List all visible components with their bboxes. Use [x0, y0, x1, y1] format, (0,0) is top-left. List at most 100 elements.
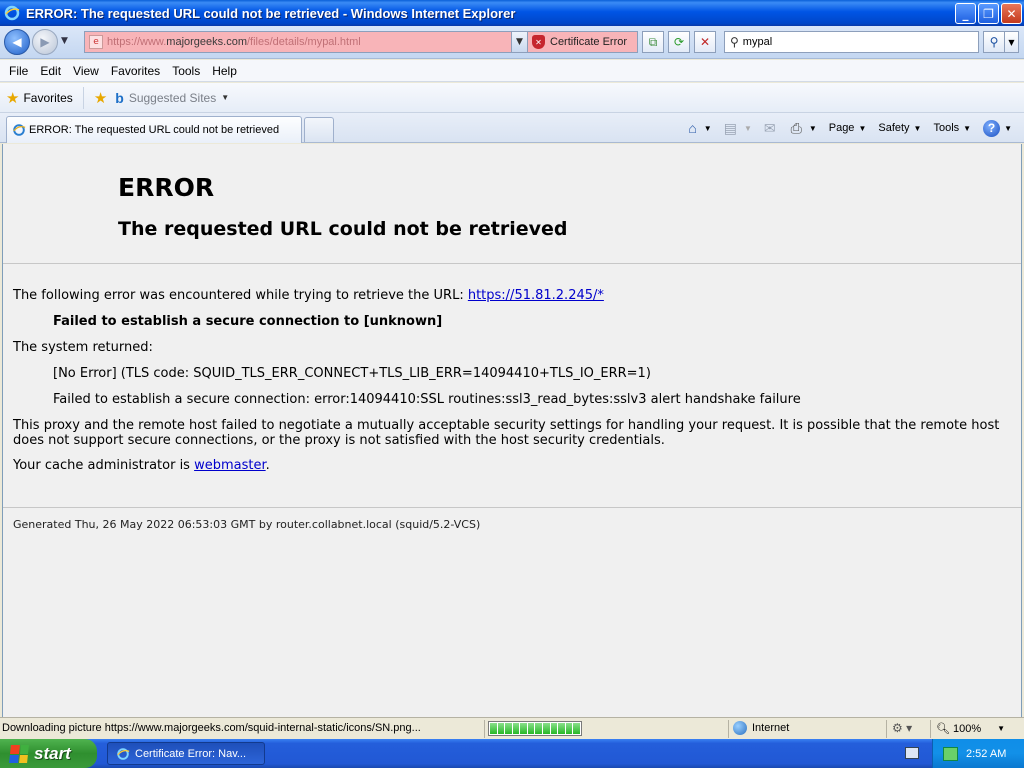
back-button[interactable]: ◀: [4, 29, 30, 55]
tools-menu-button[interactable]: Tools ▼: [929, 118, 975, 138]
progress-segment: [565, 723, 573, 734]
mail-icon: ✉: [763, 119, 776, 136]
chevron-down-icon: ▼: [1004, 123, 1012, 133]
progress-segment: [535, 723, 543, 734]
minimize-button[interactable]: _: [955, 3, 976, 24]
status-bar: Downloading picture https://www.majorgee…: [0, 717, 1024, 739]
favorites-button[interactable]: ★ Favorites: [6, 86, 84, 109]
forward-button[interactable]: ▶: [32, 29, 58, 55]
progress-segment: [505, 723, 512, 734]
help-button[interactable]: ? ▼: [979, 118, 1016, 138]
menu-view[interactable]: View: [67, 64, 105, 78]
download-progress-bar: [488, 721, 582, 736]
refresh-button[interactable]: ⟳: [668, 31, 690, 53]
clock[interactable]: 2:52 AM: [966, 748, 1006, 760]
compatibility-icon: ⧉: [648, 34, 658, 49]
favorites-star-icon: ★: [6, 89, 20, 107]
back-arrow-icon: ◀: [12, 35, 22, 49]
menu-file[interactable]: File: [3, 64, 34, 78]
taskbar: start Certificate Error: Nav... 2:52 AM: [0, 739, 1024, 768]
menu-favorites[interactable]: Favorites: [105, 64, 166, 78]
new-tab-button[interactable]: [304, 117, 334, 142]
error-subtitle: The requested URL could not be retrieved: [118, 218, 568, 240]
certificate-error-button[interactable]: ✕ Certificate Error: [528, 31, 638, 53]
status-divider: [886, 720, 887, 738]
address-dropdown-icon[interactable]: ▼: [511, 32, 527, 52]
progress-segment: [550, 723, 558, 734]
system-tray: 2:52 AM: [932, 739, 1024, 768]
progress-segment: [558, 723, 565, 734]
print-button[interactable]: ⎙ ▼: [787, 118, 821, 138]
search-box[interactable]: ⚲: [724, 31, 979, 53]
progress-segment: [527, 723, 535, 734]
rss-feed-icon: ▤: [723, 119, 737, 136]
stop-icon: ✕: [699, 35, 711, 49]
close-button[interactable]: ✕: [1001, 3, 1022, 24]
search-button[interactable]: ⚲: [983, 31, 1005, 53]
zoom-level-button[interactable]: 🔍︎ 100% ▼: [936, 722, 1005, 736]
page-menu-button[interactable]: Page ▼: [825, 118, 871, 138]
window-title: ERROR: The requested URL could not be re…: [26, 5, 516, 21]
safety-menu-button[interactable]: Safety ▼: [874, 118, 925, 138]
globe-icon: [733, 721, 747, 735]
system-returned-label: The system returned:: [13, 340, 153, 355]
security-zone[interactable]: Internet: [733, 721, 789, 735]
stop-button[interactable]: ✕: [694, 31, 716, 53]
status-divider: [930, 720, 931, 738]
network-icon[interactable]: [943, 746, 958, 761]
shield-error-icon: ✕: [532, 35, 545, 49]
refresh-icon: ⟳: [673, 35, 685, 49]
chevron-down-icon: ▼: [858, 123, 867, 133]
menu-bar: File Edit View Favorites Tools Help: [0, 60, 1024, 82]
address-url[interactable]: https://www.majorgeeks.com/files/details…: [107, 36, 361, 48]
read-mail-button[interactable]: ✉: [760, 118, 783, 138]
maximize-button[interactable]: ❐: [978, 3, 999, 24]
suggested-sites-button[interactable]: b Suggested Sites ▼: [115, 90, 229, 106]
chevron-down-icon: ▼: [913, 123, 922, 133]
error-url-line: The following error was encountered whil…: [13, 288, 604, 303]
menu-tools[interactable]: Tools: [166, 64, 206, 78]
chevron-down-icon: ▼: [703, 123, 712, 133]
ssl-error-line: Failed to establish a secure connection:…: [53, 392, 801, 407]
address-toolbar: ◀ ▶ ▼ e https://www.majorgeeks.com/files…: [0, 26, 1024, 59]
chevron-down-icon: ▼: [221, 93, 230, 102]
suggested-sites-label: Suggested Sites: [128, 90, 217, 105]
home-button[interactable]: ⌂ ▼: [684, 118, 715, 138]
progress-segment: [490, 723, 497, 734]
favorites-bar: ★ Favorites ★ b Suggested Sites ▼: [0, 83, 1024, 113]
error-title: ERROR: [118, 173, 215, 202]
command-bar: ⌂ ▼ ▤ ▼ ✉ ⎙ ▼ Page ▼ Safety ▼ Tools ▼ ? ▼: [684, 118, 1016, 138]
progress-segment: [520, 723, 527, 734]
page-icon: e: [89, 35, 103, 49]
status-divider: [728, 720, 729, 738]
protected-mode-icon[interactable]: ⚙ ▾: [892, 721, 912, 735]
error-header: ERROR The requested URL could not be ret…: [3, 144, 1021, 264]
menu-edit[interactable]: Edit: [34, 64, 67, 78]
progress-segment: [573, 723, 580, 734]
forward-arrow-icon: ▶: [40, 35, 50, 49]
start-button[interactable]: start: [0, 739, 97, 768]
keyboard-icon[interactable]: [905, 747, 919, 759]
error-url-link[interactable]: https://51.81.2.245/*: [468, 288, 604, 303]
zoom-icon: 🔍︎: [936, 723, 950, 735]
help-icon: ?: [983, 119, 1001, 137]
recent-pages-dropdown-icon[interactable]: ▼: [61, 36, 68, 46]
taskbar-item-ie[interactable]: Certificate Error: Nav...: [107, 742, 265, 765]
menu-help[interactable]: Help: [206, 64, 243, 78]
windows-flag-icon: [9, 744, 29, 763]
add-to-favorites-bar-icon[interactable]: ★: [94, 89, 107, 107]
bing-icon: b: [115, 89, 124, 106]
progress-segment: [512, 723, 520, 734]
proxy-explanation: This proxy and the remote host failed to…: [13, 418, 1000, 448]
feeds-button[interactable]: ▤ ▼: [720, 118, 756, 138]
webmaster-link[interactable]: webmaster: [194, 458, 266, 473]
search-provider-icon: ⚲: [730, 35, 739, 49]
address-bar[interactable]: e https://www.majorgeeks.com/files/detai…: [84, 31, 528, 53]
compatibility-view-button[interactable]: ⧉: [642, 31, 664, 53]
tab-active[interactable]: ERROR: The requested URL could not be re…: [6, 116, 302, 143]
progress-segment: [543, 723, 550, 734]
search-options-dropdown-icon[interactable]: ▼: [1005, 31, 1019, 53]
taskbar-ie-icon: [117, 747, 130, 760]
chevron-down-icon: ▼: [743, 123, 752, 133]
search-input[interactable]: [742, 36, 963, 48]
